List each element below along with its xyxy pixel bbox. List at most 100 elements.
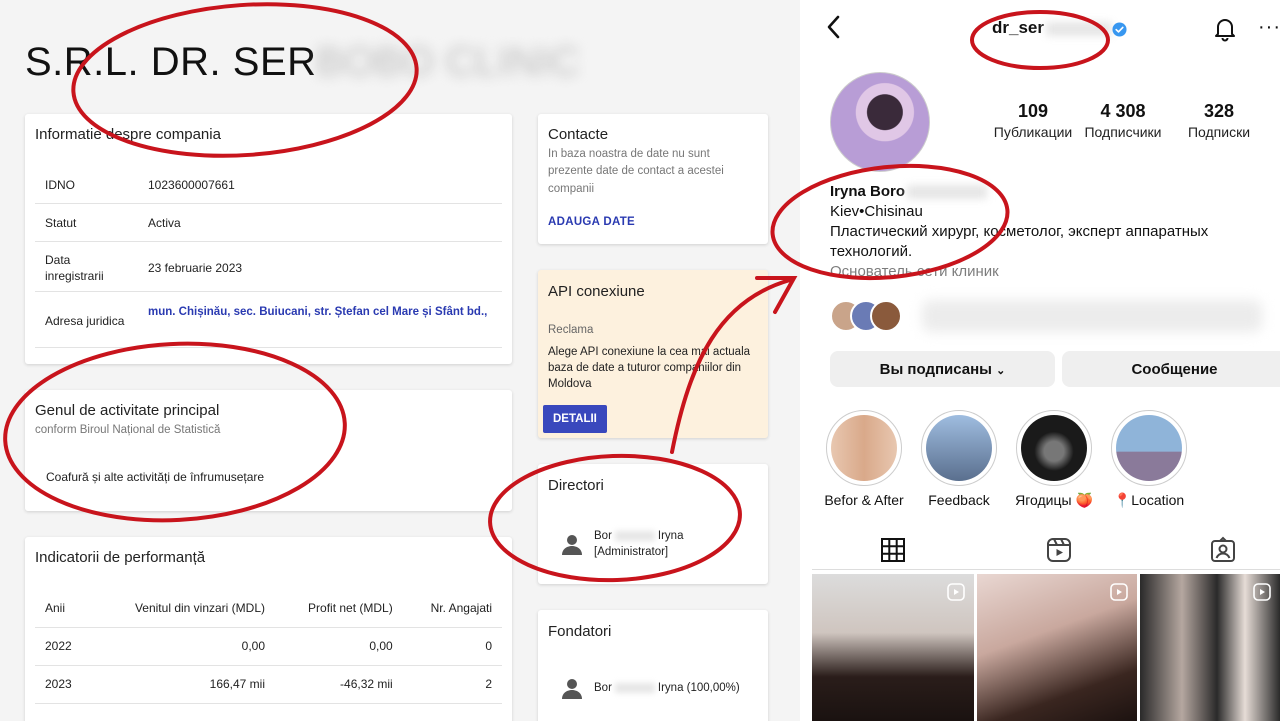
info-key: Adresa juridica: [45, 314, 125, 328]
table-cell: 0: [402, 627, 502, 666]
highlight-ring: [921, 410, 997, 486]
reel-icon: [947, 583, 965, 601]
grid-icon[interactable]: [878, 535, 908, 565]
tagged-icon[interactable]: [1208, 535, 1238, 565]
company-registry-panel: S.R.L. DR. SERBOBO CLINIC Informatie des…: [0, 0, 800, 721]
highlight-location[interactable]: 📍Location: [1106, 410, 1192, 509]
director-text: Bor Iryna [Administrator]: [594, 528, 683, 560]
highlight-cover: [1021, 415, 1087, 481]
highlight-ring: [1111, 410, 1187, 486]
director-role: [Administrator]: [594, 546, 669, 559]
table-cell: -46,32 mii: [275, 665, 403, 704]
profile-handle: dr_ser: [992, 18, 1112, 38]
director-name-start: Bor: [594, 530, 612, 542]
directors-heading: Directori: [548, 477, 604, 494]
redaction-blur: [1045, 21, 1112, 36]
highlight-cover: [831, 415, 897, 481]
message-button[interactable]: Сообщение: [1062, 351, 1280, 387]
stat-following[interactable]: 328 Подписки: [1174, 101, 1264, 140]
founder-name-start: Bor: [594, 682, 612, 694]
company-info-card: Informatie despre compania IDNO 10236000…: [25, 114, 512, 364]
stat-value: 328: [1203, 101, 1235, 121]
stat-posts[interactable]: 109 Публикации: [988, 101, 1078, 140]
highlight-label: Befor & After: [824, 492, 904, 508]
post-thumbnail[interactable]: [1140, 574, 1280, 721]
bio-location: Kiev•Chisinau: [830, 203, 923, 220]
highlight-feedback[interactable]: Feedback: [916, 410, 1002, 508]
highlight-before-after[interactable]: Befor & After: [821, 410, 907, 508]
bio-name: Iryna Boro: [830, 183, 906, 200]
chevron-down-icon: ⌄: [996, 364, 1006, 377]
stat-value: 109: [1017, 101, 1049, 121]
info-value: 1023600007661: [148, 178, 235, 192]
column-header: Anii: [35, 589, 92, 628]
handle-text: dr_ser: [992, 18, 1044, 37]
following-label: Вы подписаны: [879, 360, 992, 378]
profile-bio: Iryna Boro Kiev•Chisinau Пластический хи…: [830, 182, 1270, 282]
director-name-end: Iryna: [657, 530, 684, 542]
profile-tabs: [812, 530, 1280, 570]
following-button[interactable]: Вы подписаны ⌄: [830, 351, 1055, 387]
redaction-blur: [614, 530, 655, 541]
performance-table: Anii Venitul din vinzari (MDL) Profit ne…: [35, 589, 502, 704]
legal-address-link[interactable]: mun. Chișinău, sec. Buiucani, str. Ștefa…: [148, 306, 488, 318]
details-button[interactable]: DETALII: [543, 405, 607, 433]
highlight-label: 📍Location: [1113, 492, 1185, 508]
reels-icon[interactable]: [1044, 535, 1074, 565]
info-value: Activa: [148, 216, 181, 230]
activity-subtitle: conform Biroul Național de Statistică: [35, 424, 221, 436]
bell-icon[interactable]: [1212, 16, 1238, 42]
table-cell: 166,47 mii: [91, 665, 276, 704]
table-cell: 0,00: [91, 627, 276, 666]
highlight-ring: [1016, 410, 1092, 486]
founders-heading: Fondatori: [548, 623, 612, 640]
stat-followers[interactable]: 4 308 Подписчики: [1078, 101, 1168, 140]
more-options-icon[interactable]: ···: [1258, 16, 1280, 40]
table-header-row: Anii Venitul din vinzari (MDL) Profit ne…: [35, 589, 502, 628]
screenshot-collage: S.R.L. DR. SERBOBO CLINIC Informatie des…: [0, 0, 1280, 721]
stat-label: Подписки: [1187, 124, 1251, 140]
followed-by-avatars[interactable]: [830, 300, 910, 332]
post-thumbnail[interactable]: [812, 574, 974, 721]
redaction-blur: [907, 185, 988, 200]
highlight-cover: [1116, 415, 1182, 481]
profile-header-bar: dr_ser ···: [812, 0, 1280, 60]
table-row: 2023 166,47 mii -46,32 mii 2: [35, 665, 502, 704]
bio-line: Основатель сети клиник: [830, 263, 999, 280]
performance-card: Indicatorii de performanță Anii Venitul …: [25, 537, 512, 721]
info-value: 23 februarie 2023: [148, 261, 243, 275]
bio-name-line: Iryna Boro: [830, 182, 1270, 202]
bio-line: технологий.: [830, 243, 913, 260]
activity-value: Coafură și alte activități de înfrumuseț…: [46, 470, 265, 484]
info-key: Data inregistrarii: [45, 253, 104, 284]
founder-name-end: Iryna (100,00%): [657, 682, 740, 694]
info-key: Statut: [45, 216, 77, 230]
add-data-link[interactable]: ADAUGA DATE: [548, 216, 635, 228]
api-heading: API conexiune: [548, 283, 645, 300]
back-arrow-icon[interactable]: [824, 14, 844, 40]
person-icon: [562, 679, 582, 699]
highlight-ring: [826, 410, 902, 486]
info-row-legal-address: Adresa juridica mun. Chișinău, sec. Buiu…: [35, 292, 502, 348]
activity-heading: Genul de activitate principal: [35, 402, 220, 419]
contacts-heading: Contacte: [548, 126, 609, 143]
performance-heading: Indicatorii de performanță: [35, 549, 206, 566]
profile-avatar[interactable]: [830, 72, 930, 172]
column-header: Nr. Angajati: [402, 589, 502, 628]
stat-label: Подписчики: [1084, 124, 1162, 140]
highlight-label: Feedback: [928, 492, 990, 508]
post-thumbnail[interactable]: [977, 574, 1137, 721]
founders-card: Fondatori Bor Iryna (100,00%): [538, 610, 768, 721]
bio-line: Пластический хирург, косметолог, эксперт…: [830, 223, 1209, 240]
info-key: IDNO: [45, 178, 75, 192]
company-info-heading: Informatie despre compania: [35, 126, 221, 143]
reel-icon: [1253, 583, 1271, 601]
table-cell: 2023: [35, 665, 92, 704]
table-cell: 0,00: [275, 627, 403, 666]
posts-grid: [812, 574, 1280, 721]
api-ad-card: API conexiune Reclama Alege API conexiun…: [538, 270, 768, 438]
table-cell: 2022: [35, 627, 92, 666]
stat-value: 4 308: [1100, 101, 1146, 121]
highlight-buttocks[interactable]: Ягодицы 🍑: [1011, 410, 1097, 509]
table-cell: 2: [402, 665, 502, 704]
